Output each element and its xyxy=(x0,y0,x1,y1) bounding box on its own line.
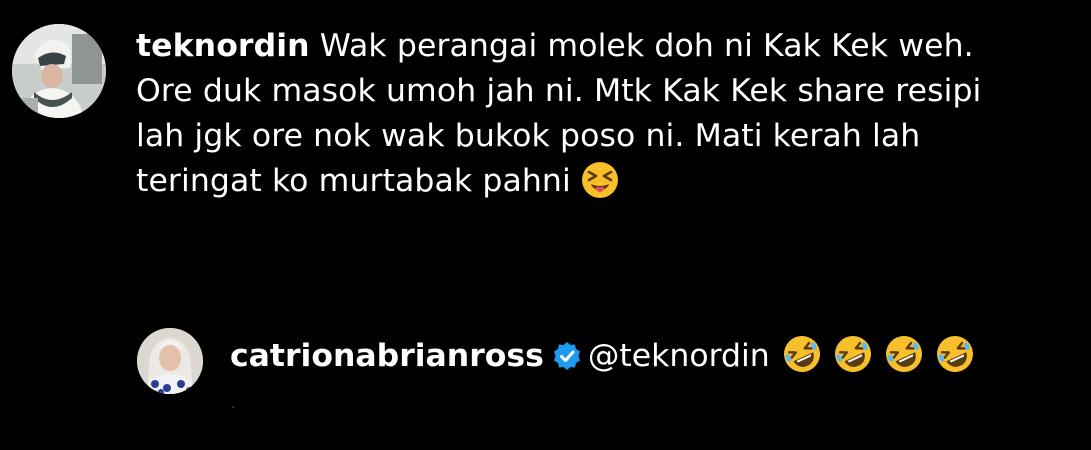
comment-text-line-1: Wak perangai molek doh ni Kak Kek weh. xyxy=(319,28,974,64)
reply-emojis xyxy=(782,334,976,387)
rolling-on-floor-laughing-icon xyxy=(782,334,822,387)
comment-text-line-4: teringat ko murtabak pahni xyxy=(136,163,571,199)
rolling-on-floor-laughing-icon xyxy=(935,334,975,387)
rolling-on-floor-laughing-icon xyxy=(833,334,873,387)
verified-badge-icon xyxy=(552,339,582,384)
commenter-username[interactable]: teknordin xyxy=(136,28,310,64)
background-speck xyxy=(232,406,234,408)
reply-item: catrionabrianross @teknordin xyxy=(137,328,1067,394)
replier-username[interactable]: catrionabrianross xyxy=(230,338,544,374)
replier-avatar[interactable] xyxy=(137,328,203,394)
commenter-avatar[interactable] xyxy=(12,24,106,118)
comment-text-line-2: Ore duk masok umoh jah ni. Mtk Kak Kek s… xyxy=(136,73,982,109)
comment-body: teknordin Wak perangai molek doh ni Kak … xyxy=(136,24,1066,212)
reply-body: catrionabrianross @teknordin xyxy=(230,334,976,387)
rolling-on-floor-laughing-icon xyxy=(884,334,924,387)
reply-mention[interactable]: @teknordin xyxy=(588,338,770,374)
comment-text-line-3: lah jgk ore nok wak bukok poso ni. Mati … xyxy=(136,118,921,154)
squinting-face-with-tongue-icon xyxy=(581,161,619,212)
